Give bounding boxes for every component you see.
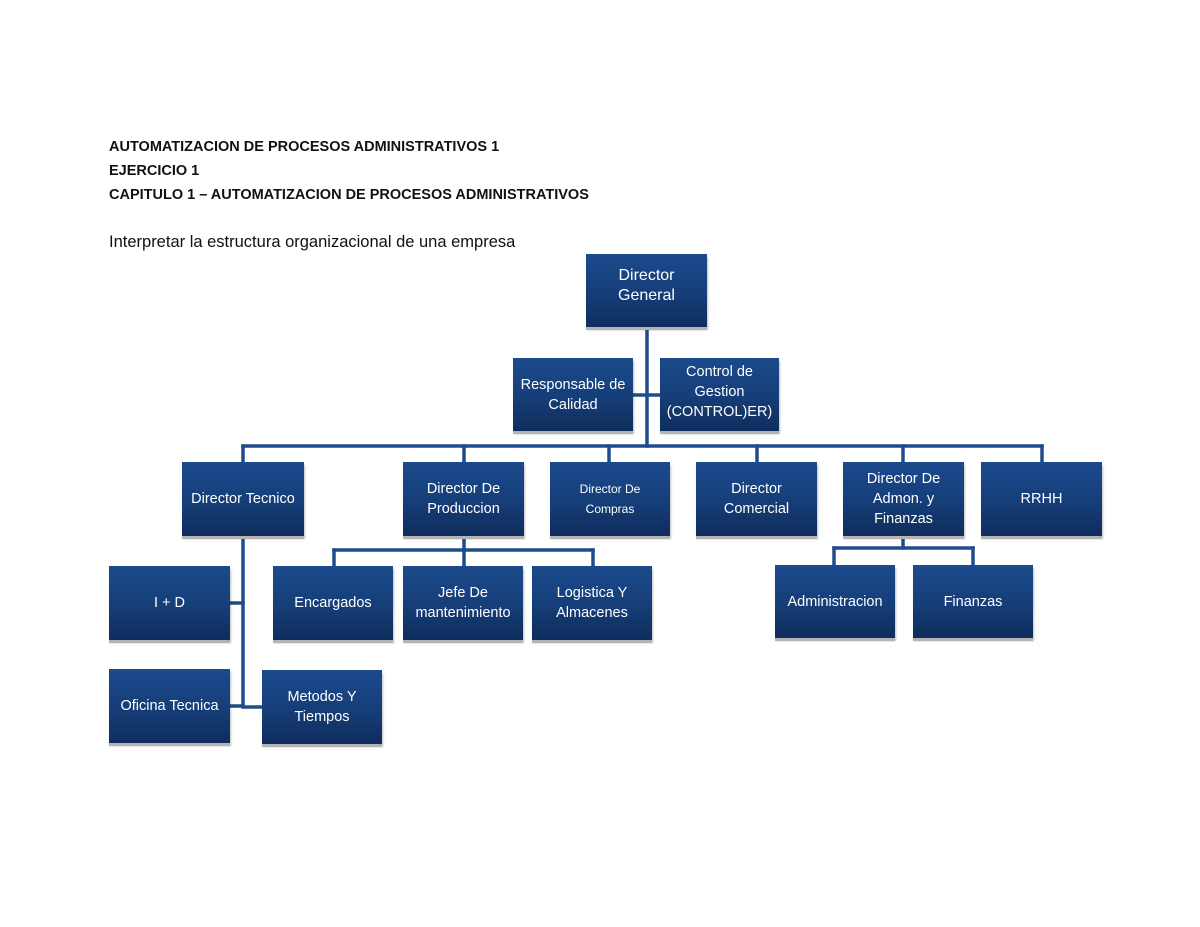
node-label: Administracion xyxy=(787,593,883,610)
node-director-general[interactable]: Director General xyxy=(586,254,707,327)
node-label: Director De Compras xyxy=(579,482,641,516)
node-label: Director De Produccion xyxy=(426,481,501,517)
node-oficina-tecnica[interactable]: Oficina Tecnica xyxy=(109,669,230,743)
node-director-comercial[interactable]: Director Comercial xyxy=(696,462,817,536)
document-title: AUTOMATIZACION DE PROCESOS ADMINISTRATIV… xyxy=(109,139,500,155)
node-label: Metodos Y Tiempos xyxy=(287,689,357,725)
node-label: Encargados xyxy=(294,595,372,611)
node-label: Control de Gestion (CONTROL)ER) xyxy=(666,364,773,420)
node-label: Director De Admon. y Finanzas xyxy=(866,471,941,527)
node-label: Director Tecnico xyxy=(191,491,295,507)
intro-text: Interpretar la estructura organizacional… xyxy=(109,233,516,251)
node-jefe-mantenimiento[interactable]: Jefe De mantenimiento xyxy=(403,566,523,640)
node-label: Oficina Tecnica xyxy=(120,698,219,714)
chapter-title: CAPITULO 1 – AUTOMATIZACION DE PROCESOS … xyxy=(109,187,589,203)
node-finanzas[interactable]: Finanzas xyxy=(913,565,1033,638)
node-administracion[interactable]: Administracion xyxy=(775,565,895,638)
node-label: Logistica Y Almacenes xyxy=(556,585,628,621)
node-label: Responsable de Calidad xyxy=(520,376,626,413)
node-label: RRHH xyxy=(1020,491,1063,507)
node-i-d[interactable]: I + D xyxy=(109,566,230,640)
node-control-gestion[interactable]: Control de Gestion (CONTROL)ER) xyxy=(660,358,779,431)
node-logistica-almacenes[interactable]: Logistica Y Almacenes xyxy=(532,566,652,640)
node-director-tecnico[interactable]: Director Tecnico xyxy=(182,462,304,536)
node-label: Director General xyxy=(618,267,675,304)
node-director-admon-finanzas[interactable]: Director De Admon. y Finanzas xyxy=(843,462,964,536)
node-metodos-tiempos[interactable]: Metodos Y Tiempos xyxy=(262,670,382,744)
node-label: I + D xyxy=(153,595,186,611)
exercise-label: EJERCICIO 1 xyxy=(109,163,200,179)
node-label: Finanzas xyxy=(943,593,1003,610)
node-label: Jefe De mantenimiento xyxy=(415,585,511,621)
node-encargados[interactable]: Encargados xyxy=(273,566,393,640)
node-label: Director Comercial xyxy=(723,481,790,517)
node-rrhh[interactable]: RRHH xyxy=(981,462,1102,536)
node-director-compras[interactable]: Director De Compras xyxy=(550,462,670,536)
node-responsable-calidad[interactable]: Responsable de Calidad xyxy=(513,358,633,431)
node-director-produccion[interactable]: Director De Produccion xyxy=(403,462,524,536)
